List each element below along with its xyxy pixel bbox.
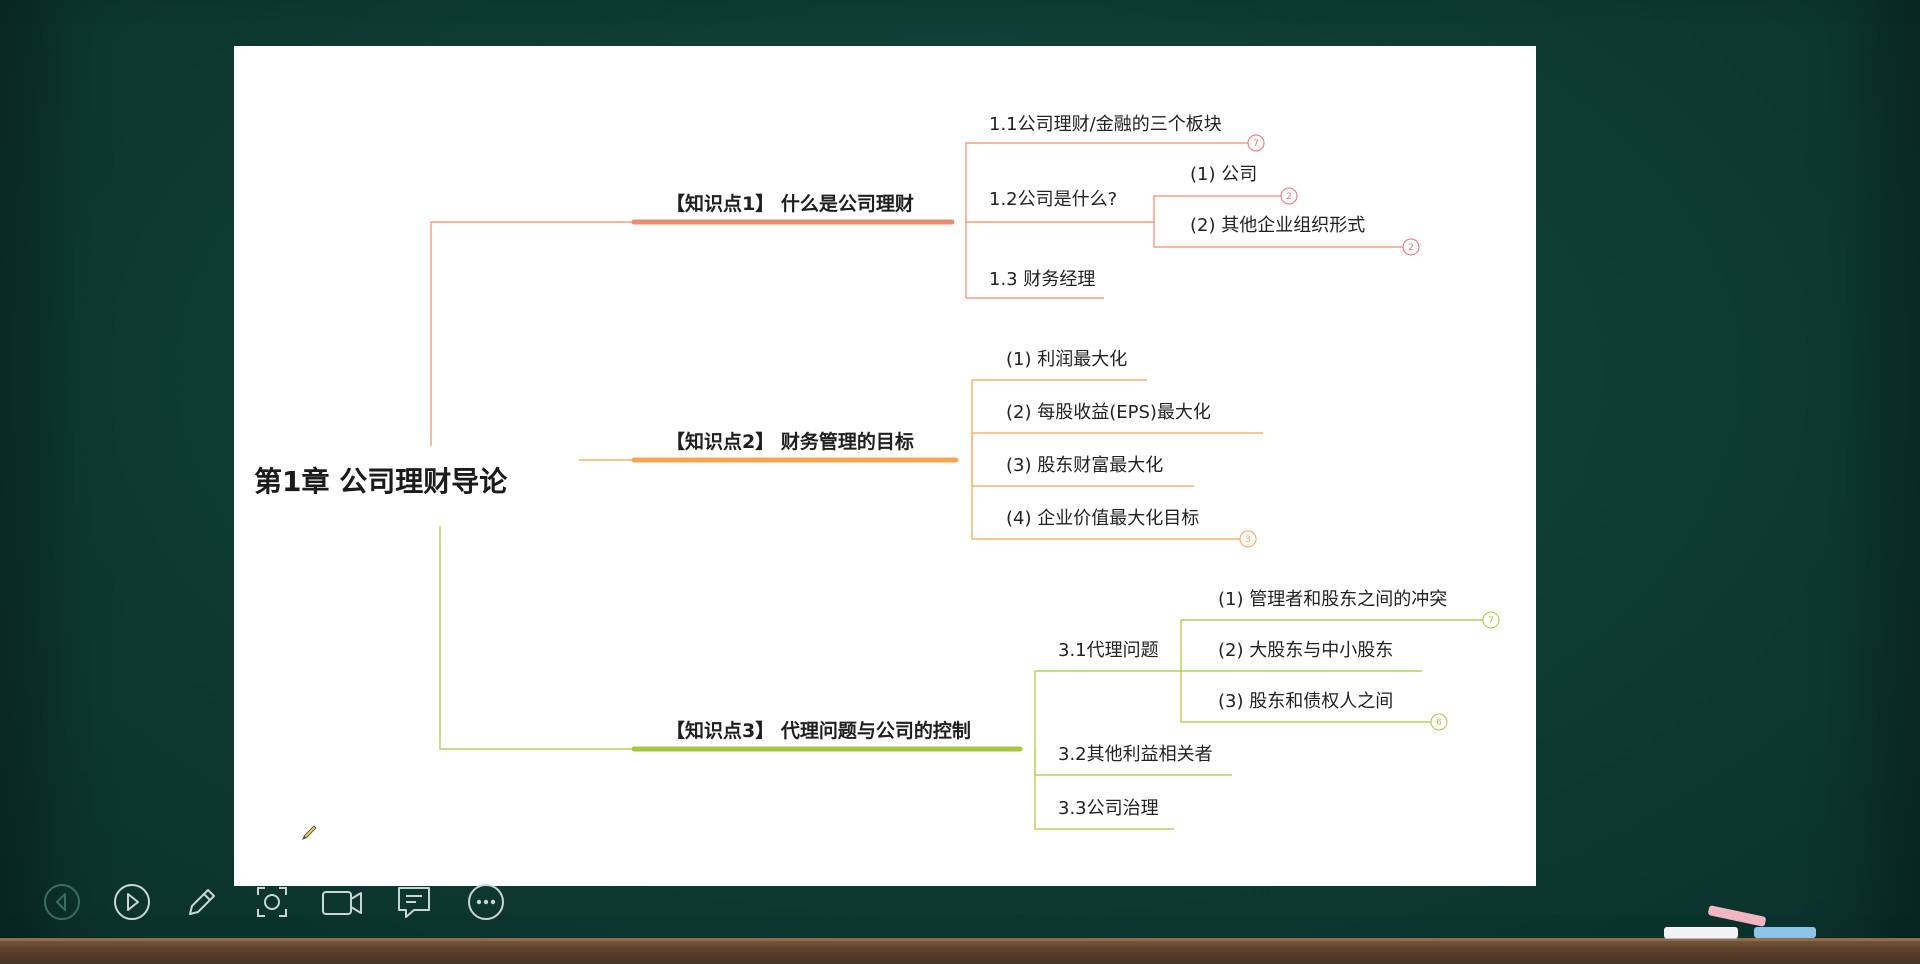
badge-c12b[interactable]: 2 (1402, 238, 1420, 256)
kp2-node-3[interactable]: (3) 股东财富最大化 (1006, 455, 1163, 477)
comment-icon (398, 887, 430, 918)
kp3-node-3-2[interactable]: 3.2其他利益相关者 (1058, 744, 1213, 766)
kp1-node-1-2-b[interactable]: (2) 其他企业组织形式 (1190, 215, 1365, 237)
kp2-title[interactable]: 【知识点2】 财务管理的目标 (666, 431, 914, 453)
kp1-node-1-2[interactable]: 1.2公司是什么? (989, 189, 1117, 211)
svg-text:3: 3 (1245, 535, 1251, 545)
kp3-node-3-3[interactable]: 3.3公司治理 (1058, 798, 1159, 820)
kp2-node-2[interactable]: (2) 每股收益(EPS)最大化 (1006, 402, 1211, 424)
svg-text:2: 2 (1286, 192, 1292, 202)
screenshot-icon (257, 887, 287, 917)
svg-text:2: 2 (1408, 243, 1414, 253)
root-kp3-branch (439, 526, 634, 750)
pen-button[interactable] (180, 880, 224, 924)
badge-kp2-c4[interactable]: 3 (1239, 530, 1257, 548)
kp3-node-3-1-c[interactable]: (3) 股东和债权人之间 (1218, 691, 1393, 713)
badge-c12a[interactable]: 2 (1280, 187, 1298, 205)
kp3-node-3-1-b[interactable]: (2) 大股东与中小股东 (1218, 640, 1393, 662)
play-button[interactable] (110, 880, 154, 924)
more-icon (468, 884, 504, 920)
kp2-node-1[interactable]: (1) 利润最大化 (1006, 349, 1127, 371)
kp3-title[interactable]: 【知识点3】 代理问题与公司的控制 (666, 720, 971, 742)
kp3-node-3-1-a[interactable]: (1) 管理者和股东之间的冲突 (1218, 589, 1447, 611)
badge-c31c[interactable]: 6 (1430, 713, 1448, 731)
mindmap-root-title[interactable]: 第1章 公司理财导论 (254, 464, 507, 500)
comment-button[interactable] (392, 880, 436, 924)
kp1-node-1-3[interactable]: 1.3 财务经理 (989, 269, 1095, 291)
slide-canvas: 7 2 2 3 7 6 第1章 公司理财导论 【知识点1】 什么是公司理财 1.… (234, 46, 1536, 886)
back-icon (44, 884, 80, 920)
kp3-node-3-1[interactable]: 3.1代理问题 (1058, 640, 1159, 662)
camera-button[interactable] (320, 880, 364, 924)
root-kp1-branch (430, 221, 634, 446)
badge-c11[interactable]: 7 (1247, 134, 1265, 152)
pen-cursor-icon (302, 825, 317, 840)
c31-branch (1034, 670, 1181, 749)
back-button[interactable] (40, 880, 84, 924)
play-icon (114, 884, 150, 920)
white-chalk (1664, 927, 1738, 938)
svg-text:7: 7 (1488, 616, 1494, 626)
kp1-node-1-1[interactable]: 1.1公司理财/金融的三个板块 (989, 114, 1222, 136)
screenshot-button[interactable] (250, 880, 294, 924)
more-button[interactable] (464, 880, 508, 924)
camera-icon (322, 891, 362, 915)
blue-chalk (1754, 927, 1816, 938)
kp1-title[interactable]: 【知识点1】 什么是公司理财 (666, 193, 914, 215)
kp2-node-4[interactable]: (4) 企业价值最大化目标 (1006, 508, 1199, 530)
svg-text:7: 7 (1253, 139, 1259, 149)
kp1-node-1-2-a[interactable]: (1) 公司 (1190, 164, 1257, 186)
chalk-tray (0, 938, 1920, 964)
badge-c31a[interactable]: 7 (1482, 611, 1500, 629)
svg-text:6: 6 (1436, 718, 1442, 728)
pen-icon (189, 889, 215, 915)
